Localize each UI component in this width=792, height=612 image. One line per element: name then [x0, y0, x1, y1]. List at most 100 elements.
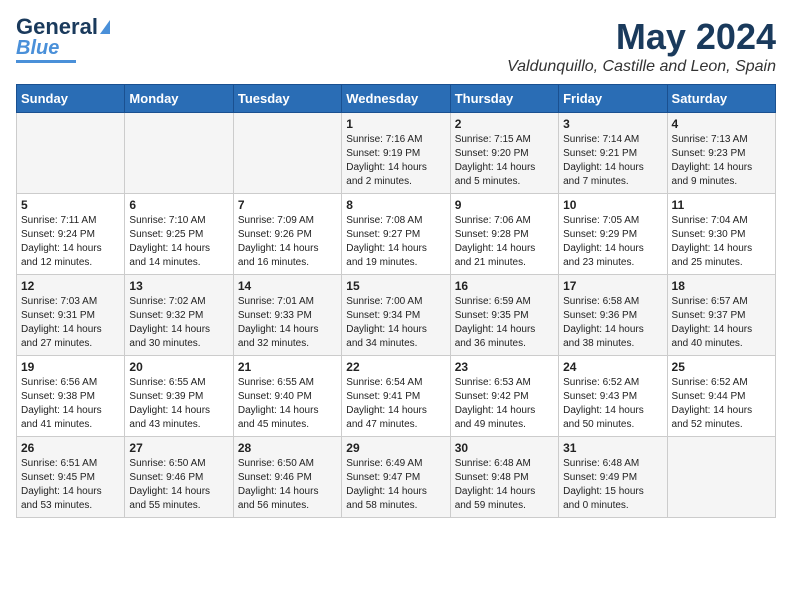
day-number: 7	[238, 198, 337, 212]
day-number: 29	[346, 441, 445, 455]
calendar-cell: 5 Sunrise: 7:11 AM Sunset: 9:24 PM Daylig…	[17, 194, 125, 275]
day-number: 30	[455, 441, 554, 455]
day-number: 31	[563, 441, 662, 455]
day-number: 23	[455, 360, 554, 374]
logo-triangle-icon	[100, 20, 110, 34]
calendar-cell: 8 Sunrise: 7:08 AM Sunset: 9:27 PM Daylig…	[342, 194, 450, 275]
page-header: General Blue May 2024 Valdunquillo, Cast…	[16, 16, 776, 76]
day-info: Sunrise: 6:52 AM Sunset: 9:44 PM Dayligh…	[672, 376, 771, 432]
day-number: 5	[21, 198, 120, 212]
day-number: 24	[563, 360, 662, 374]
day-info: Sunrise: 7:08 AM Sunset: 9:27 PM Dayligh…	[346, 214, 445, 270]
day-info: Sunrise: 6:49 AM Sunset: 9:47 PM Dayligh…	[346, 457, 445, 513]
day-info: Sunrise: 6:48 AM Sunset: 9:48 PM Dayligh…	[455, 457, 554, 513]
day-number: 21	[238, 360, 337, 374]
header-sunday: Sunday	[17, 85, 125, 113]
day-number: 9	[455, 198, 554, 212]
calendar-cell: 13 Sunrise: 7:02 AM Sunset: 9:32 PM Dayli…	[125, 275, 233, 356]
day-info: Sunrise: 6:56 AM Sunset: 9:38 PM Dayligh…	[21, 376, 120, 432]
header-monday: Monday	[125, 85, 233, 113]
day-info: Sunrise: 6:50 AM Sunset: 9:46 PM Dayligh…	[129, 457, 228, 513]
day-info: Sunrise: 6:51 AM Sunset: 9:45 PM Dayligh…	[21, 457, 120, 513]
day-info: Sunrise: 6:55 AM Sunset: 9:40 PM Dayligh…	[238, 376, 337, 432]
day-number: 15	[346, 279, 445, 293]
calendar-cell: 6 Sunrise: 7:10 AM Sunset: 9:25 PM Daylig…	[125, 194, 233, 275]
calendar-cell: 21 Sunrise: 6:55 AM Sunset: 9:40 PM Dayli…	[233, 356, 341, 437]
day-info: Sunrise: 6:54 AM Sunset: 9:41 PM Dayligh…	[346, 376, 445, 432]
day-info: Sunrise: 7:09 AM Sunset: 9:26 PM Dayligh…	[238, 214, 337, 270]
day-number: 8	[346, 198, 445, 212]
logo-text-general: General	[16, 16, 98, 38]
day-info: Sunrise: 6:52 AM Sunset: 9:43 PM Dayligh…	[563, 376, 662, 432]
calendar-cell: 9 Sunrise: 7:06 AM Sunset: 9:28 PM Daylig…	[450, 194, 558, 275]
header-friday: Friday	[559, 85, 667, 113]
header-tuesday: Tuesday	[233, 85, 341, 113]
calendar-cell	[125, 113, 233, 194]
title-block: May 2024 Valdunquillo, Castille and Leon…	[507, 16, 776, 76]
calendar-header-row: SundayMondayTuesdayWednesdayThursdayFrid…	[17, 85, 776, 113]
logo-underline	[16, 60, 76, 63]
day-number: 14	[238, 279, 337, 293]
calendar-cell: 4Sunrise: 7:13 AM Sunset: 9:23 PM Daylig…	[667, 113, 775, 194]
day-info: Sunrise: 6:57 AM Sunset: 9:37 PM Dayligh…	[672, 295, 771, 351]
day-number: 18	[672, 279, 771, 293]
calendar-cell: 20 Sunrise: 6:55 AM Sunset: 9:39 PM Dayli…	[125, 356, 233, 437]
calendar-cell: 14Sunrise: 7:01 AM Sunset: 9:33 PM Dayli…	[233, 275, 341, 356]
day-number: 6	[129, 198, 228, 212]
day-info: Sunrise: 6:59 AM Sunset: 9:35 PM Dayligh…	[455, 295, 554, 351]
day-number: 1	[346, 117, 445, 131]
day-info: Sunrise: 7:13 AM Sunset: 9:23 PM Dayligh…	[672, 133, 771, 189]
calendar-cell: 30 Sunrise: 6:48 AM Sunset: 9:48 PM Dayli…	[450, 437, 558, 518]
day-info: Sunrise: 7:10 AM Sunset: 9:25 PM Dayligh…	[129, 214, 228, 270]
day-info: Sunrise: 7:11 AM Sunset: 9:24 PM Dayligh…	[21, 214, 120, 270]
day-info: Sunrise: 7:03 AM Sunset: 9:31 PM Dayligh…	[21, 295, 120, 351]
day-number: 19	[21, 360, 120, 374]
day-number: 26	[21, 441, 120, 455]
header-saturday: Saturday	[667, 85, 775, 113]
day-number: 11	[672, 198, 771, 212]
calendar-cell: 7 Sunrise: 7:09 AM Sunset: 9:26 PM Daylig…	[233, 194, 341, 275]
calendar-cell: 26 Sunrise: 6:51 AM Sunset: 9:45 PM Dayli…	[17, 437, 125, 518]
calendar-cell: 24 Sunrise: 6:52 AM Sunset: 9:43 PM Dayli…	[559, 356, 667, 437]
calendar-cell: 15Sunrise: 7:00 AM Sunset: 9:34 PM Dayli…	[342, 275, 450, 356]
month-title: May 2024	[507, 16, 776, 58]
calendar-table: SundayMondayTuesdayWednesdayThursdayFrid…	[16, 84, 776, 518]
calendar-cell: 10 Sunrise: 7:05 AM Sunset: 9:29 PM Dayli…	[559, 194, 667, 275]
day-number: 10	[563, 198, 662, 212]
logo: General Blue	[16, 16, 110, 63]
calendar-cell: 16Sunrise: 6:59 AM Sunset: 9:35 PM Dayli…	[450, 275, 558, 356]
calendar-cell: 17 Sunrise: 6:58 AM Sunset: 9:36 PM Dayli…	[559, 275, 667, 356]
calendar-cell: 22 Sunrise: 6:54 AM Sunset: 9:41 PM Dayli…	[342, 356, 450, 437]
calendar-week-2: 5 Sunrise: 7:11 AM Sunset: 9:24 PM Daylig…	[17, 194, 776, 275]
calendar-week-3: 12Sunrise: 7:03 AM Sunset: 9:31 PM Dayli…	[17, 275, 776, 356]
day-info: Sunrise: 6:53 AM Sunset: 9:42 PM Dayligh…	[455, 376, 554, 432]
calendar-cell	[233, 113, 341, 194]
day-number: 22	[346, 360, 445, 374]
calendar-cell: 23 Sunrise: 6:53 AM Sunset: 9:42 PM Dayli…	[450, 356, 558, 437]
day-info: Sunrise: 6:50 AM Sunset: 9:46 PM Dayligh…	[238, 457, 337, 513]
calendar-week-1: 1Sunrise: 7:16 AM Sunset: 9:19 PM Daylig…	[17, 113, 776, 194]
calendar-cell: 29 Sunrise: 6:49 AM Sunset: 9:47 PM Dayli…	[342, 437, 450, 518]
calendar-week-4: 19 Sunrise: 6:56 AM Sunset: 9:38 PM Dayli…	[17, 356, 776, 437]
day-number: 17	[563, 279, 662, 293]
day-number: 13	[129, 279, 228, 293]
day-info: Sunrise: 6:58 AM Sunset: 9:36 PM Dayligh…	[563, 295, 662, 351]
calendar-cell	[667, 437, 775, 518]
calendar-cell: 3Sunrise: 7:14 AM Sunset: 9:21 PM Daylig…	[559, 113, 667, 194]
day-info: Sunrise: 7:06 AM Sunset: 9:28 PM Dayligh…	[455, 214, 554, 270]
calendar-cell: 31Sunrise: 6:48 AM Sunset: 9:49 PM Dayli…	[559, 437, 667, 518]
day-number: 20	[129, 360, 228, 374]
calendar-cell: 25 Sunrise: 6:52 AM Sunset: 9:44 PM Dayli…	[667, 356, 775, 437]
day-number: 3	[563, 117, 662, 131]
day-number: 27	[129, 441, 228, 455]
day-info: Sunrise: 7:15 AM Sunset: 9:20 PM Dayligh…	[455, 133, 554, 189]
day-info: Sunrise: 7:05 AM Sunset: 9:29 PM Dayligh…	[563, 214, 662, 270]
calendar-cell: 1Sunrise: 7:16 AM Sunset: 9:19 PM Daylig…	[342, 113, 450, 194]
calendar-cell: 12Sunrise: 7:03 AM Sunset: 9:31 PM Dayli…	[17, 275, 125, 356]
calendar-cell: 28Sunrise: 6:50 AM Sunset: 9:46 PM Dayli…	[233, 437, 341, 518]
day-info: Sunrise: 6:55 AM Sunset: 9:39 PM Dayligh…	[129, 376, 228, 432]
calendar-cell	[17, 113, 125, 194]
day-number: 25	[672, 360, 771, 374]
calendar-cell: 11Sunrise: 7:04 AM Sunset: 9:30 PM Dayli…	[667, 194, 775, 275]
day-info: Sunrise: 7:02 AM Sunset: 9:32 PM Dayligh…	[129, 295, 228, 351]
